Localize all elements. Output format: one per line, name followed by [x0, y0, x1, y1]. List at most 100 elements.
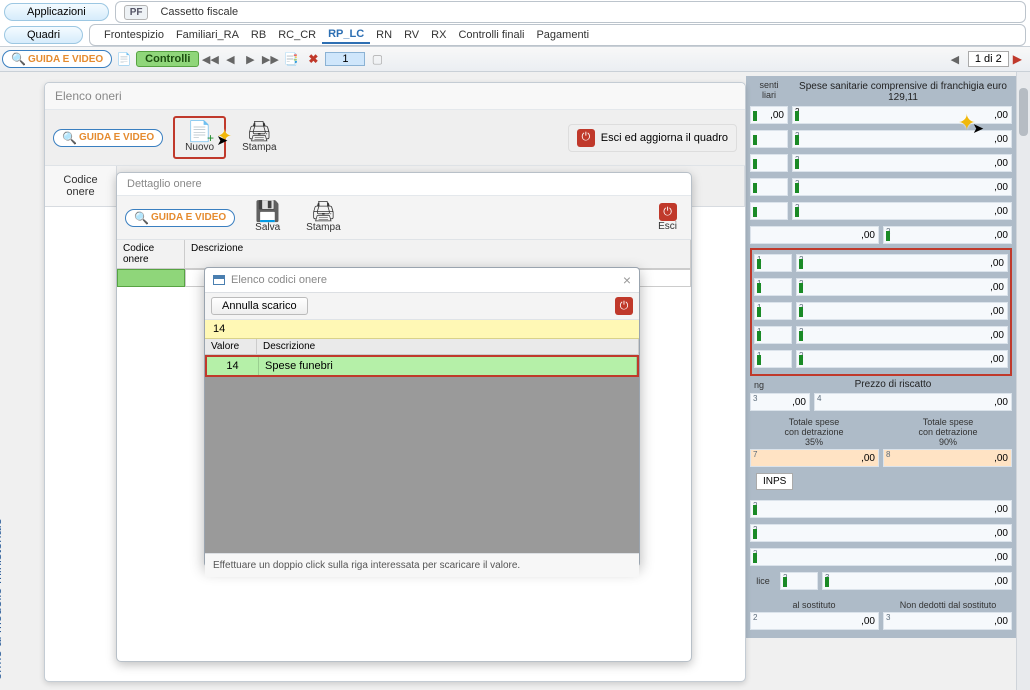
- close-icon[interactable]: ×: [623, 272, 631, 288]
- bg-head-senti: senti: [750, 80, 788, 90]
- pager-display: 1 di 2: [968, 51, 1009, 67]
- codice-onere-input[interactable]: [117, 269, 185, 287]
- pager-next-icon[interactable]: ▶: [1013, 52, 1022, 66]
- tab-rc-cr[interactable]: RC_CR: [272, 27, 322, 43]
- bg-cell[interactable]: 1: [754, 350, 792, 368]
- bg-cell[interactable]: 3,00: [822, 572, 1012, 590]
- bg-cell[interactable]: [750, 178, 788, 196]
- bg-cell[interactable]: 2,00: [796, 302, 1008, 320]
- guida-video-button[interactable]: 🔍 GUIDA E VIDEO: [2, 50, 112, 68]
- bg-cell[interactable]: ,00: [750, 226, 879, 244]
- new-doc-icon[interactable]: 📑: [281, 49, 301, 69]
- tab-rn[interactable]: RN: [370, 27, 398, 43]
- lookup-row-selected[interactable]: 14 Spese funebri: [205, 355, 639, 377]
- pager-prev-icon[interactable]: ◀: [946, 53, 964, 66]
- stampa-button-panel2[interactable]: 🖨 Stampa: [300, 200, 346, 235]
- bg-nondedotti-label: Non dedotti dal sostituto: [884, 600, 1012, 610]
- guida-label: GUIDA E VIDEO: [151, 212, 226, 223]
- guida-video-button-panel2[interactable]: 🔍 GUIDA E VIDEO: [125, 209, 235, 227]
- bg-header-sanitarie: Spese sanitarie comprensive di franchigi…: [794, 80, 1012, 104]
- bg-cell[interactable]: [750, 202, 788, 220]
- inps-button[interactable]: INPS: [756, 473, 793, 490]
- bg-cell-35[interactable]: 7,00: [750, 449, 879, 467]
- tabs-row: Quadri Frontespizio Familiari_RA RB RC_C…: [0, 24, 1030, 46]
- quadri-button[interactable]: Quadri: [4, 26, 83, 44]
- pager-right: ◀ 1 di 2 ▶: [946, 51, 1028, 67]
- bg-cell[interactable]: [750, 130, 788, 148]
- bg-cell[interactable]: [750, 154, 788, 172]
- guida-video-button-panel1[interactable]: 🔍 GUIDA E VIDEO: [53, 129, 163, 147]
- bg-cell[interactable]: 2,00: [750, 612, 879, 630]
- bg-cell[interactable]: 3,00: [750, 393, 810, 411]
- bg-ng-label: ng: [750, 380, 768, 390]
- bg-prezzo-label: Prezzo di riscatto: [774, 378, 1012, 391]
- nav-next-icon[interactable]: ▶: [241, 53, 259, 66]
- bg-cell[interactable]: 2,00: [796, 350, 1008, 368]
- save-icon: 💾: [255, 202, 280, 222]
- elenco-codici-onere-dialog: Elenco codici onere × Annulla scarico ⏻ …: [204, 267, 640, 567]
- bg-cell[interactable]: 1: [754, 254, 792, 272]
- col-descrizione: Descrizione: [185, 240, 691, 268]
- tab-pagamenti[interactable]: Pagamenti: [530, 27, 595, 43]
- tabs-container: Frontespizio Familiari_RA RB RC_CR RP_LC…: [89, 24, 1026, 46]
- lookup-footer-hint: Effettuare un doppio click sulla riga in…: [205, 553, 639, 577]
- bg-cell[interactable]: 2,00: [883, 226, 1012, 244]
- nuovo-button-highlighted[interactable]: 📄+ Nuovo ✦ ➤: [173, 116, 226, 159]
- cursor-icon: ➤: [216, 132, 228, 149]
- bg-cell[interactable]: 2,00: [796, 326, 1008, 344]
- row-descrizione: Spese funebri: [259, 357, 637, 375]
- scrollbar-thumb[interactable]: [1019, 88, 1028, 136]
- applicazioni-button[interactable]: Applicazioni: [4, 3, 109, 21]
- tab-rb[interactable]: RB: [245, 27, 272, 43]
- bg-highlighted-rows: 12,00 12,00 12,00 12,00 12,00 ✦ ➤: [750, 248, 1012, 376]
- bg-cell[interactable]: 2,00: [750, 524, 1012, 542]
- esci-button-panel2[interactable]: ⏻ Esci: [652, 201, 683, 234]
- salva-button[interactable]: 💾 Salva: [249, 200, 286, 235]
- bg-cell[interactable]: ,00: [750, 106, 788, 124]
- bg-cell[interactable]: 3,00: [883, 612, 1012, 630]
- tab-familiari[interactable]: Familiari_RA: [170, 27, 245, 43]
- main-area: orme al modello ministeriale senti liari…: [0, 72, 1030, 690]
- esci-aggiorna-button[interactable]: ⏻ Esci ed aggiorna il quadro: [568, 124, 737, 152]
- vertical-scrollbar[interactable]: [1016, 72, 1030, 690]
- nav-prev-icon[interactable]: ◀: [221, 53, 239, 66]
- bg-cell[interactable]: 2,00: [792, 178, 1012, 196]
- tab-rv[interactable]: RV: [398, 27, 425, 43]
- bg-cell[interactable]: 1: [754, 302, 792, 320]
- bg-cell[interactable]: 2,00: [796, 254, 1008, 272]
- cursor-icon: ➤: [972, 120, 984, 137]
- tab-rp-lc[interactable]: RP_LC: [322, 26, 370, 44]
- new-doc-icon: 📄+: [187, 122, 212, 142]
- bg-cell[interactable]: 4,00: [814, 393, 1012, 411]
- tab-controlli-finali[interactable]: Controlli finali: [452, 27, 530, 43]
- bg-cell[interactable]: 2: [780, 572, 818, 590]
- dettaglio-toolbar: 🔍 GUIDA E VIDEO 💾 Salva 🖨 Stampa ⏻ Esci: [117, 196, 691, 240]
- page-input[interactable]: [325, 52, 365, 66]
- stampa-button[interactable]: 🖨 Stampa: [236, 120, 282, 155]
- lookup-grid-header: Valore Descrizione: [205, 339, 639, 355]
- dialog-power-icon[interactable]: ⏻: [615, 297, 633, 315]
- search-row[interactable]: 14: [205, 320, 639, 339]
- nav-last-icon[interactable]: ▶▶: [261, 53, 279, 66]
- doc-icon[interactable]: 📄: [114, 49, 134, 69]
- bg-cell[interactable]: 2,00: [792, 202, 1012, 220]
- window-icon: [213, 275, 225, 285]
- bg-cell[interactable]: 1: [754, 326, 792, 344]
- pf-chip: PF: [124, 5, 149, 20]
- bg-cell[interactable]: 2,00: [750, 548, 1012, 566]
- tab-frontespizio[interactable]: Frontespizio: [98, 27, 170, 43]
- delete-doc-icon[interactable]: ✖: [303, 49, 323, 69]
- bg-cell[interactable]: 2,00: [750, 500, 1012, 518]
- tab-rx[interactable]: RX: [425, 27, 452, 43]
- annulla-scarico-button[interactable]: Annulla scarico: [211, 297, 308, 315]
- bg-cell-90[interactable]: 8,00: [883, 449, 1012, 467]
- cassetto-label: Cassetto fiscale: [160, 6, 238, 18]
- bg-cell[interactable]: 2,00: [796, 278, 1008, 296]
- bg-cell[interactable]: 2,00: [792, 154, 1012, 172]
- guida-label: GUIDA E VIDEO: [28, 54, 103, 65]
- bg-cell[interactable]: 1: [754, 278, 792, 296]
- controlli-button[interactable]: Controlli: [136, 51, 199, 67]
- nav-first-icon[interactable]: ◀◀: [201, 53, 219, 66]
- background-form: senti liari Spese sanitarie comprensive …: [746, 76, 1016, 638]
- blank-doc-icon[interactable]: ▢: [367, 49, 387, 69]
